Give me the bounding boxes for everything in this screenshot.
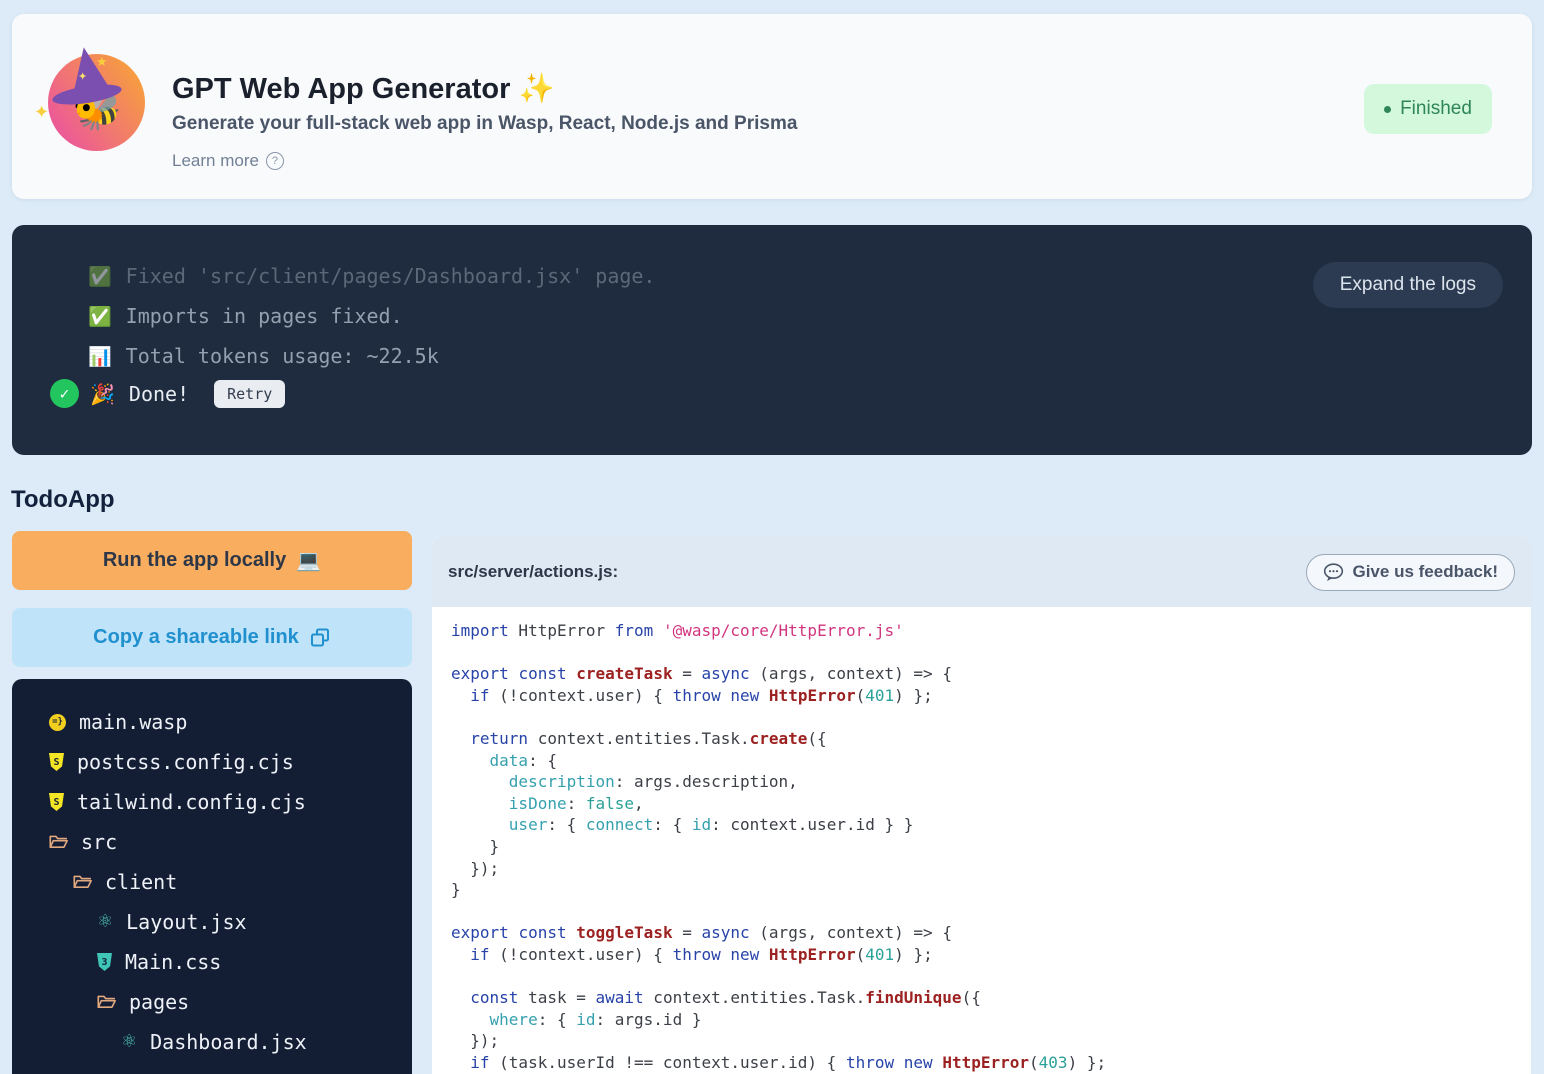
log-line-text: Fixed 'src/client/pages/Dashboard.jsx' p… (126, 264, 656, 288)
code-line: return context.entities.Task.create({ (451, 728, 1531, 750)
code-line: if (!context.user) { throw new HttpError… (451, 685, 1531, 707)
header-card: 🐝 ✦ ★ ✦ GPT Web App Generator ✨ Generate… (12, 14, 1532, 199)
code-line (451, 642, 1531, 664)
code-block: import HttpError from '@wasp/core/HttpEr… (432, 607, 1531, 1073)
folder-icon (73, 874, 92, 890)
code-file-label: src/server/actions.js: (448, 562, 618, 582)
page-title: GPT Web App Generator ✨ (172, 72, 555, 106)
code-line: isDone: false, (451, 793, 1531, 815)
react-file-icon: ⚛ (97, 913, 113, 931)
copy-icon (309, 627, 331, 649)
log-status-icon: ✅ (88, 265, 112, 288)
code-line (451, 966, 1531, 988)
give-feedback-button[interactable]: Give us feedback! (1306, 554, 1515, 591)
done-row: ✓ 🎉 Done! Retry (50, 379, 1532, 408)
tree-item-label: pages (129, 990, 189, 1014)
retry-button[interactable]: Retry (214, 380, 285, 408)
party-popper-icon: 🎉 (90, 382, 115, 406)
code-line: where: { id: args.id } (451, 1009, 1531, 1031)
log-line-text: Imports in pages fixed. (126, 304, 403, 328)
generation-log-panel: ✅ Fixed 'src/client/pages/Dashboard.jsx'… (12, 225, 1532, 455)
done-text: Done! (129, 382, 189, 406)
status-dot-icon (1384, 106, 1391, 113)
tree-item-label: postcss.config.cjs (77, 750, 294, 774)
tree-item-main.wasp[interactable]: =} main.wasp (12, 702, 412, 742)
tree-item-client[interactable]: client (12, 862, 412, 902)
code-line: }); (451, 858, 1531, 880)
folder-icon (97, 994, 116, 1010)
tree-item-label: tailwind.config.cjs (77, 790, 306, 814)
tree-item-Layout.jsx[interactable]: ⚛ Layout.jsx (12, 902, 412, 942)
laptop-icon: 💻 (296, 548, 321, 573)
wasp-mascot-logo: 🐝 ✦ ★ ✦ (48, 54, 145, 151)
expand-logs-button[interactable]: Expand the logs (1313, 262, 1503, 308)
app-name-heading: TodoApp (11, 486, 115, 514)
log-status-icon: ✅ (88, 305, 112, 328)
code-line: user: { connect: { id: context.user.id }… (451, 814, 1531, 836)
tree-item-Dashboard.jsx[interactable]: ⚛ Dashboard.jsx (12, 1022, 412, 1062)
check-circle-icon: ✓ (50, 379, 79, 408)
log-lines: ✅ Fixed 'src/client/pages/Dashboard.jsx'… (12, 256, 1532, 376)
page-subtitle: Generate your full-stack web app in Wasp… (172, 113, 797, 135)
code-line: if (task.userId !== context.user.id) { t… (451, 1052, 1531, 1074)
css-file-icon: 3 (97, 953, 112, 971)
react-file-icon: ⚛ (121, 1033, 137, 1051)
learn-more-link[interactable]: Learn more ? (172, 151, 284, 171)
sparkles-icon: ✨ (518, 73, 554, 105)
tree-item-label: main.wasp (79, 710, 187, 734)
config-file-icon: S (49, 753, 64, 771)
code-line: export const toggleTask = async (args, c… (451, 922, 1531, 944)
log-line: 📊 Total tokens usage: ~22.5k (88, 336, 1532, 376)
tree-item-postcss.config.cjs[interactable]: Spostcss.config.cjs (12, 742, 412, 782)
code-line (451, 901, 1531, 923)
code-line: data: { (451, 750, 1531, 772)
tree-item-src[interactable]: src (12, 822, 412, 862)
page: 🐝 ✦ ★ ✦ GPT Web App Generator ✨ Generate… (0, 0, 1544, 1074)
code-line: const task = await context.entities.Task… (451, 987, 1531, 1009)
code-line: if (!context.user) { throw new HttpError… (451, 944, 1531, 966)
tree-item-label: client (105, 870, 177, 894)
run-app-locally-button[interactable]: Run the app locally 💻 (12, 531, 412, 590)
tree-item-label: Layout.jsx (126, 910, 246, 934)
folder-icon (49, 834, 68, 850)
code-line: } (451, 836, 1531, 858)
log-status-icon: 📊 (88, 345, 112, 368)
speech-bubble-icon (1323, 563, 1344, 582)
code-line: } (451, 879, 1531, 901)
tree-item-label: Main.css (125, 950, 221, 974)
code-line: export const createTask = async (args, c… (451, 663, 1531, 685)
copy-shareable-link-button[interactable]: Copy a shareable link (12, 608, 412, 667)
tree-item-label: src (81, 830, 117, 854)
star-icon: ✦ (78, 70, 87, 83)
code-line: description: args.description, (451, 771, 1531, 793)
config-file-icon: S (49, 793, 64, 811)
wasp-file-icon: =} (49, 714, 66, 731)
tree-item-tailwind.config.cjs[interactable]: Stailwind.config.cjs (12, 782, 412, 822)
tree-item-Main.css[interactable]: 3 Main.css (12, 942, 412, 982)
question-mark-icon: ? (266, 152, 284, 170)
code-panel: src/server/actions.js: Give us feedback!… (432, 537, 1531, 1074)
tree-item-pages[interactable]: pages (12, 982, 412, 1022)
tree-item-label: Dashboard.jsx (150, 1030, 307, 1054)
log-line: ✅ Imports in pages fixed. (88, 296, 1532, 336)
code-panel-header: src/server/actions.js: Give us feedback! (432, 537, 1531, 607)
code-line: }); (451, 1030, 1531, 1052)
code-line (451, 706, 1531, 728)
code-line: import HttpError from '@wasp/core/HttpEr… (451, 620, 1531, 642)
file-tree: =}main.waspSpostcss.config.cjsStailwind.… (12, 679, 412, 1074)
log-line-text: Total tokens usage: ~22.5k (126, 344, 439, 368)
star-icon: ✦ (34, 102, 49, 123)
star-icon: ★ (96, 54, 108, 70)
status-badge: Finished (1364, 84, 1492, 134)
